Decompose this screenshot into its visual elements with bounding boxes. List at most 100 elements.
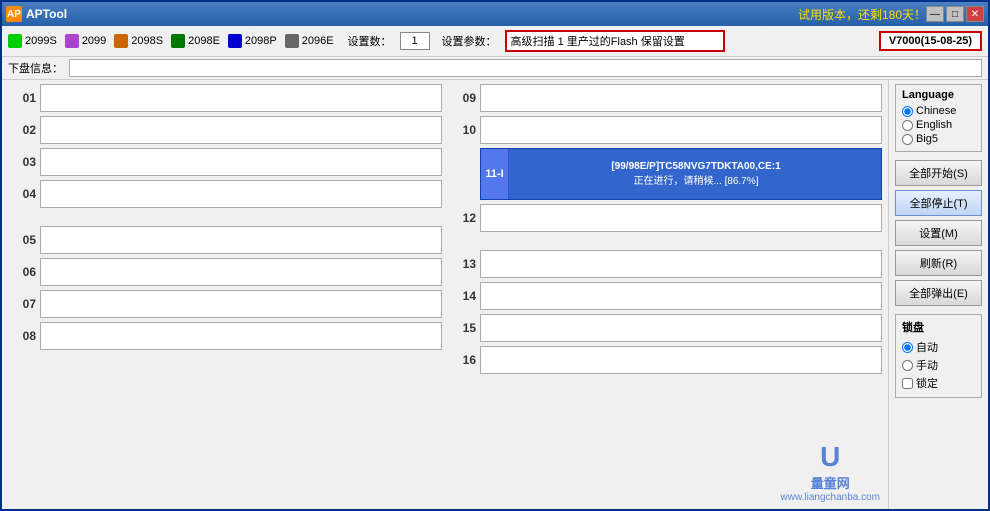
language-chinese-radio[interactable]	[902, 106, 913, 117]
slot-box-06[interactable]	[40, 258, 442, 286]
lock-lock-label: 锁定	[916, 375, 938, 391]
maximize-button[interactable]: □	[946, 6, 964, 22]
legend-label-2098P: 2098P	[245, 35, 277, 47]
legend-label-2098E: 2098E	[188, 35, 220, 47]
slot-11-line2: 正在进行，请稍候... [86.7%]	[633, 172, 758, 187]
language-chinese-label: Chinese	[916, 105, 956, 117]
legend-2098E: 2098E	[171, 34, 220, 48]
close-button[interactable]: ✕	[966, 6, 984, 22]
lock-auto-option[interactable]: 自动	[902, 339, 975, 355]
slot-box-13[interactable]	[480, 250, 882, 278]
legend-dot-2098S	[114, 34, 128, 48]
slot-box-09[interactable]	[480, 84, 882, 112]
table-row: 05	[8, 226, 442, 254]
language-big5-option[interactable]: Big5	[902, 133, 975, 145]
legend-2098S: 2098S	[114, 34, 163, 48]
language-english-radio[interactable]	[902, 120, 913, 131]
slot-box-07[interactable]	[40, 290, 442, 318]
main-content: 01 02 03 04 05	[2, 80, 988, 509]
toolbar: 2099S 2099 2098S 2098E 2098P 2096E 设置数： …	[2, 26, 988, 57]
slot-box-12[interactable]	[480, 204, 882, 232]
language-chinese-option[interactable]: Chinese	[902, 105, 975, 117]
legend-dot-2098E	[171, 34, 185, 48]
legend-dot-2098P	[228, 34, 242, 48]
settings-button[interactable]: 设置(M)	[895, 220, 982, 246]
slot-num-02: 02	[8, 123, 36, 137]
device-count-input[interactable]	[400, 32, 430, 50]
app-title: APTool	[26, 7, 790, 21]
slot-box-11-active[interactable]: 11-I [99/98E/P]TC58NVG7TDKTA00,CE:1 正在进行…	[480, 148, 882, 200]
slot-box-01[interactable]	[40, 84, 442, 112]
left-slots-column: 01 02 03 04 05	[8, 84, 442, 505]
table-row: 01	[8, 84, 442, 112]
device-count-label: 设置数：	[348, 33, 392, 49]
table-row: 11-I [99/98E/P]TC58NVG7TDKTA00,CE:1 正在进行…	[448, 148, 882, 200]
legend-2096E: 2096E	[285, 34, 334, 48]
language-english-option[interactable]: English	[902, 119, 975, 131]
table-row: 08	[8, 322, 442, 350]
table-row: 06	[8, 258, 442, 286]
language-big5-radio[interactable]	[902, 134, 913, 145]
slot-box-10[interactable]	[480, 116, 882, 144]
lock-group: 锁盘 自动 手动 锁定	[895, 314, 982, 398]
table-row: 04	[8, 180, 442, 208]
refresh-button[interactable]: 刷新(R)	[895, 250, 982, 276]
slot-box-16[interactable]	[480, 346, 882, 374]
lock-manual-option[interactable]: 手动	[902, 357, 975, 373]
legend-label-2098S: 2098S	[131, 35, 163, 47]
eject-all-button[interactable]: 全部弹出(E)	[895, 280, 982, 306]
slot-num-15: 15	[448, 321, 476, 335]
table-row: 03	[8, 148, 442, 176]
slot-num-09: 09	[448, 91, 476, 105]
legend-2099S: 2099S	[8, 34, 57, 48]
legend-label-2096E: 2096E	[302, 35, 334, 47]
start-all-button[interactable]: 全部开始(S)	[895, 160, 982, 186]
lock-auto-radio[interactable]	[902, 342, 913, 353]
settings-param-input[interactable]	[505, 30, 725, 52]
slot-num-04: 04	[8, 187, 36, 201]
table-row: 13	[448, 250, 882, 278]
table-row: 10	[448, 116, 882, 144]
slot-box-15[interactable]	[480, 314, 882, 342]
language-group: Language Chinese English Big5	[895, 84, 982, 152]
slot-num-05: 05	[8, 233, 36, 247]
lock-manual-radio[interactable]	[902, 360, 913, 371]
slot-box-05[interactable]	[40, 226, 442, 254]
legend-2099: 2099	[65, 34, 106, 48]
app-icon: AP	[6, 6, 22, 22]
watermark-sitename: 量童网	[811, 473, 850, 492]
window-controls: — □ ✕	[926, 6, 984, 22]
slot-num-08: 08	[8, 329, 36, 343]
slot-num-01: 01	[8, 91, 36, 105]
slot-box-04[interactable]	[40, 180, 442, 208]
right-panel: Language Chinese English Big5 全部开始(S) 全部…	[888, 80, 988, 509]
stop-all-button[interactable]: 全部停止(T)	[895, 190, 982, 216]
table-row: 02	[8, 116, 442, 144]
slot-num-03: 03	[8, 155, 36, 169]
language-title: Language	[902, 89, 975, 101]
slot-num-16: 16	[448, 353, 476, 367]
legend-dot-2099S	[8, 34, 22, 48]
minimize-button[interactable]: —	[926, 6, 944, 22]
slot-box-08[interactable]	[40, 322, 442, 350]
slot-num-12: 12	[448, 211, 476, 225]
slot-num-14: 14	[448, 289, 476, 303]
language-big5-label: Big5	[916, 133, 938, 145]
title-bar: AP APTool 试用版本，还剩180天！ — □ ✕	[2, 2, 988, 26]
settings-param-label: 设置参数：	[442, 33, 497, 49]
slot-11-active-text: [99/98E/P]TC58NVG7TDKTA00,CE:1 正在进行，请稍候.…	[511, 149, 881, 199]
info-bar-input[interactable]	[69, 59, 982, 77]
slot-box-02[interactable]	[40, 116, 442, 144]
watermark-icon: U	[820, 441, 840, 473]
lock-lock-checkbox[interactable]	[902, 378, 913, 389]
watermark: U 量童网 www.liangchanba.com	[781, 441, 881, 503]
lock-lock-option[interactable]: 锁定	[902, 375, 975, 391]
slot-num-13: 13	[448, 257, 476, 271]
slot-box-03[interactable]	[40, 148, 442, 176]
slot-num-10: 10	[448, 123, 476, 137]
slot-num-07: 07	[8, 297, 36, 311]
slot-box-14[interactable]	[480, 282, 882, 310]
slot-num-06: 06	[8, 265, 36, 279]
table-row: 14	[448, 282, 882, 310]
trial-notice: 试用版本，还剩180天！	[798, 6, 926, 23]
